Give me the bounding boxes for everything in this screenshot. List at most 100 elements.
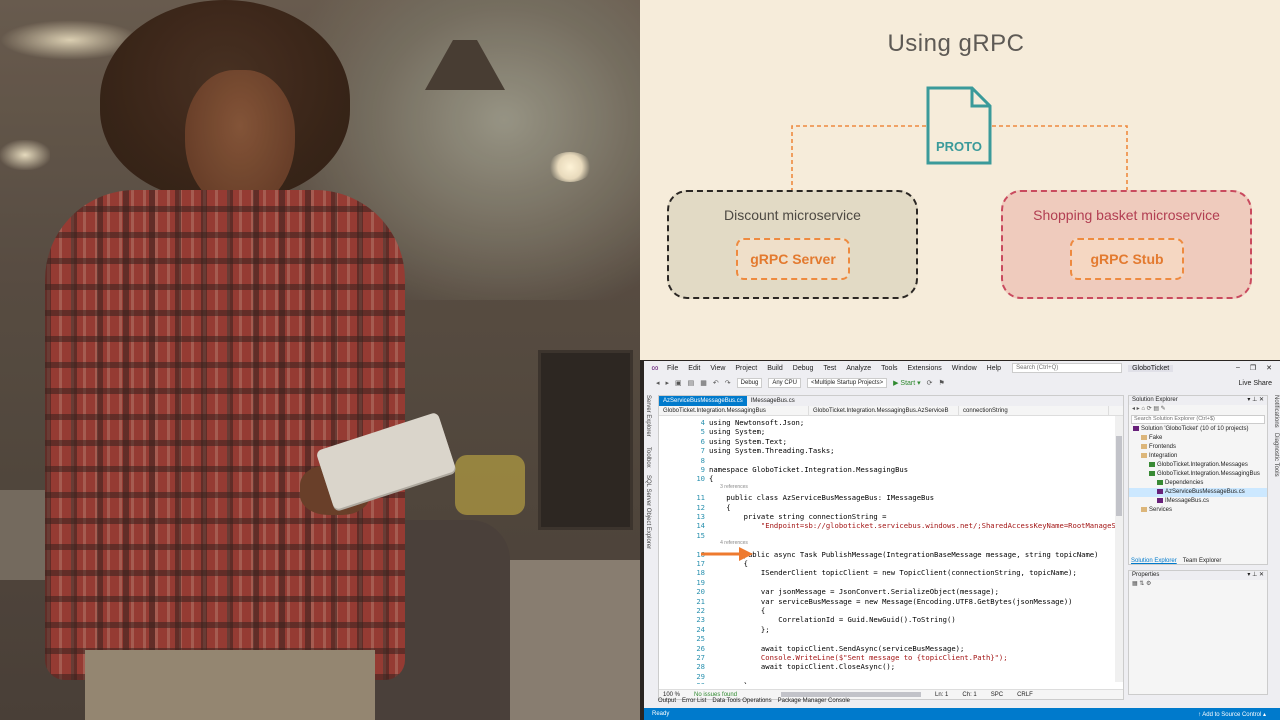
- solution-explorer-search-input[interactable]: Search Solution Explorer (Ctrl+$): [1131, 415, 1265, 424]
- save-icon[interactable]: ▦: [700, 379, 707, 387]
- solution-tree-item-label: Dependencies: [1165, 480, 1204, 486]
- solution-explorer-tabs: Solution Explorer Team Explorer: [1128, 557, 1268, 566]
- scrollbar-thumb[interactable]: [1116, 436, 1122, 516]
- sql-server-object-explorer-tab[interactable]: SQL Server Object Explorer: [645, 475, 651, 549]
- bottom-tool-tabs: Output Error List Data Tools Operations …: [658, 695, 1124, 707]
- code-text: {: [709, 502, 731, 512]
- code-text: "Endpoint=sb://globoticket.servicebus.wi…: [709, 521, 1117, 531]
- properties-title: Properties: [1132, 572, 1160, 578]
- diagnostic-tools-tab[interactable]: Diagnostic Tools: [1273, 433, 1279, 477]
- solution-icon: [1133, 425, 1139, 431]
- line-number: 29: [696, 671, 705, 681]
- line-number: 18: [696, 568, 705, 578]
- back-icon[interactable]: ◂: [656, 379, 660, 387]
- menu-test[interactable]: Test: [818, 365, 841, 372]
- server-explorer-tab[interactable]: Server Explorer: [645, 395, 651, 437]
- line-number: 7: [700, 446, 705, 456]
- nav-member-dropdown[interactable]: connectionString: [959, 406, 1109, 415]
- pin-icon[interactable]: ▾ ⊥ ✕: [1247, 396, 1267, 405]
- platform-dropdown[interactable]: Any CPU: [768, 378, 802, 388]
- solution-tree-item-label: Services: [1149, 507, 1173, 513]
- solution-tree-item[interactable]: Fake: [1129, 434, 1267, 443]
- close-icon[interactable]: ✕: [1266, 364, 1272, 372]
- discount-microservice-title: Discount microservice: [724, 207, 861, 223]
- solution-tree-item[interactable]: GloboTicket.Integration.MessagingBus: [1129, 470, 1267, 479]
- solution-explorer-panel: Solution Explorer ▾ ⊥ ✕ ◂ ▸ ⌂ ⟳ ▤ ✎ Sear…: [1128, 395, 1268, 565]
- menu-analyze[interactable]: Analyze: [841, 365, 876, 372]
- solution-explorer-title: Solution Explorer: [1132, 397, 1178, 403]
- notifications-tab[interactable]: Notifications: [1273, 395, 1279, 428]
- toolbox-tab[interactable]: Toolbox: [645, 447, 651, 468]
- solution-tree-item[interactable]: AzServiceBusMessageBus.cs: [1129, 488, 1267, 497]
- solution-explorer-toolbar: ◂ ▸ ⌂ ⟳ ▤ ✎: [1132, 406, 1166, 412]
- solution-tree-item-label: AzServiceBusMessageBus.cs: [1165, 489, 1245, 495]
- team-explorer-tab[interactable]: Team Explorer: [1183, 557, 1222, 566]
- search-input[interactable]: Search (Ctrl+Q): [1012, 363, 1123, 373]
- menu-file[interactable]: File: [662, 365, 683, 372]
- new-project-icon[interactable]: ▣: [675, 379, 682, 387]
- line-number: 5: [700, 427, 705, 437]
- shopping-basket-microservice-title: Shopping basket microservice: [1033, 207, 1220, 223]
- menu-tools[interactable]: Tools: [876, 365, 902, 372]
- right-tool-tabs: Notifications Diagnostic Tools: [1272, 395, 1280, 595]
- code-text: {: [709, 474, 714, 484]
- code-text: using Newtonsoft.Json;: [709, 418, 805, 427]
- solution-tree-item-label: Frontends: [1149, 444, 1177, 450]
- solution-tree-item[interactable]: GloboTicket.Integration.Messages: [1129, 461, 1267, 470]
- tab-azservicebusmessagebus[interactable]: AzServiceBusMessageBus.cs: [659, 396, 747, 406]
- menu-edit[interactable]: Edit: [683, 365, 705, 372]
- solution-tree-item[interactable]: Integration: [1129, 452, 1267, 461]
- solution-tree: Solution 'GloboTicket' (10 of 10 project…: [1129, 425, 1267, 515]
- configuration-dropdown[interactable]: Debug: [736, 378, 763, 388]
- minimize-icon[interactable]: –: [1236, 364, 1240, 372]
- codelens-references[interactable]: 3 references: [709, 484, 748, 490]
- solution-tree-item[interactable]: Services: [1129, 506, 1267, 515]
- code-text: using System;: [709, 427, 766, 437]
- forward-icon[interactable]: ▸: [666, 379, 670, 387]
- open-icon[interactable]: ▤: [688, 379, 695, 387]
- add-to-source-control-button[interactable]: ↑ Add to Source Control ▴: [1198, 711, 1280, 718]
- package-manager-console-tab[interactable]: Package Manager Console: [778, 698, 850, 704]
- solution-tree-item[interactable]: Solution 'GloboTicket' (10 of 10 project…: [1129, 425, 1267, 434]
- editor-vertical-scrollbar[interactable]: [1115, 416, 1123, 682]
- slide-title: Using gRPC: [887, 30, 1025, 57]
- tab-imessagebus[interactable]: IMessageBus.cs: [747, 396, 799, 406]
- properties-pin-icon[interactable]: ▾ ⊥ ✕: [1247, 571, 1267, 580]
- bookmark-icon[interactable]: ⚑: [939, 379, 945, 387]
- restore-icon[interactable]: ❐: [1250, 364, 1256, 372]
- start-button[interactable]: ▶ Start ▾: [893, 379, 921, 387]
- undo-icon[interactable]: ↶: [713, 379, 719, 387]
- menu-help[interactable]: Help: [982, 365, 1006, 372]
- refresh-icon[interactable]: ⟳: [927, 379, 933, 387]
- output-tab[interactable]: Output: [658, 698, 676, 704]
- menu-extensions[interactable]: Extensions: [903, 365, 947, 372]
- data-tools-operations-tab[interactable]: Data Tools Operations: [712, 698, 771, 704]
- properties-title-bar: Properties ▾ ⊥ ✕: [1129, 571, 1267, 580]
- redo-icon[interactable]: ↷: [725, 379, 731, 387]
- startup-project-dropdown[interactable]: <Multiple Startup Projects>: [807, 378, 888, 388]
- solution-tree-item[interactable]: Dependencies: [1129, 479, 1267, 488]
- code-text: namespace GloboTicket.Integration.Messag…: [709, 465, 909, 474]
- menu-view[interactable]: View: [705, 365, 730, 372]
- line-number: 19: [696, 577, 705, 587]
- solution-tree-item[interactable]: IMessageBus.cs: [1129, 497, 1267, 506]
- menu-build[interactable]: Build: [762, 365, 788, 372]
- properties-toolbar: ▦ ⇅ ⚙: [1132, 581, 1152, 587]
- live-share-button[interactable]: Live Share: [1239, 380, 1280, 387]
- line-number: 28: [696, 662, 705, 672]
- solution-tree-item[interactable]: Frontends: [1129, 443, 1267, 452]
- ready-status: Ready: [652, 711, 670, 717]
- menu-debug[interactable]: Debug: [788, 365, 819, 372]
- solution-explorer-tab[interactable]: Solution Explorer: [1131, 557, 1177, 566]
- solution-explorer-title-bar: Solution Explorer ▾ ⊥ ✕: [1129, 396, 1267, 405]
- error-list-tab[interactable]: Error List: [682, 698, 706, 704]
- code-text: ISenderClient topicClient = new TopicCli…: [709, 568, 1077, 578]
- nav-project-dropdown[interactable]: GloboTicket.Integration.MessagingBus: [659, 406, 809, 415]
- menu-project[interactable]: Project: [730, 365, 762, 372]
- menu-window[interactable]: Window: [947, 365, 982, 372]
- properties-panel: Properties ▾ ⊥ ✕ ▦ ⇅ ⚙: [1128, 570, 1268, 695]
- code-text: var serviceBusMessage = new Message(Enco…: [709, 596, 1073, 606]
- code-text: await topicClient.SendAsync(serviceBusMe…: [709, 643, 965, 653]
- proj-icon: [1149, 461, 1155, 467]
- nav-type-dropdown[interactable]: GloboTicket.Integration.MessagingBus.AzS…: [809, 406, 959, 415]
